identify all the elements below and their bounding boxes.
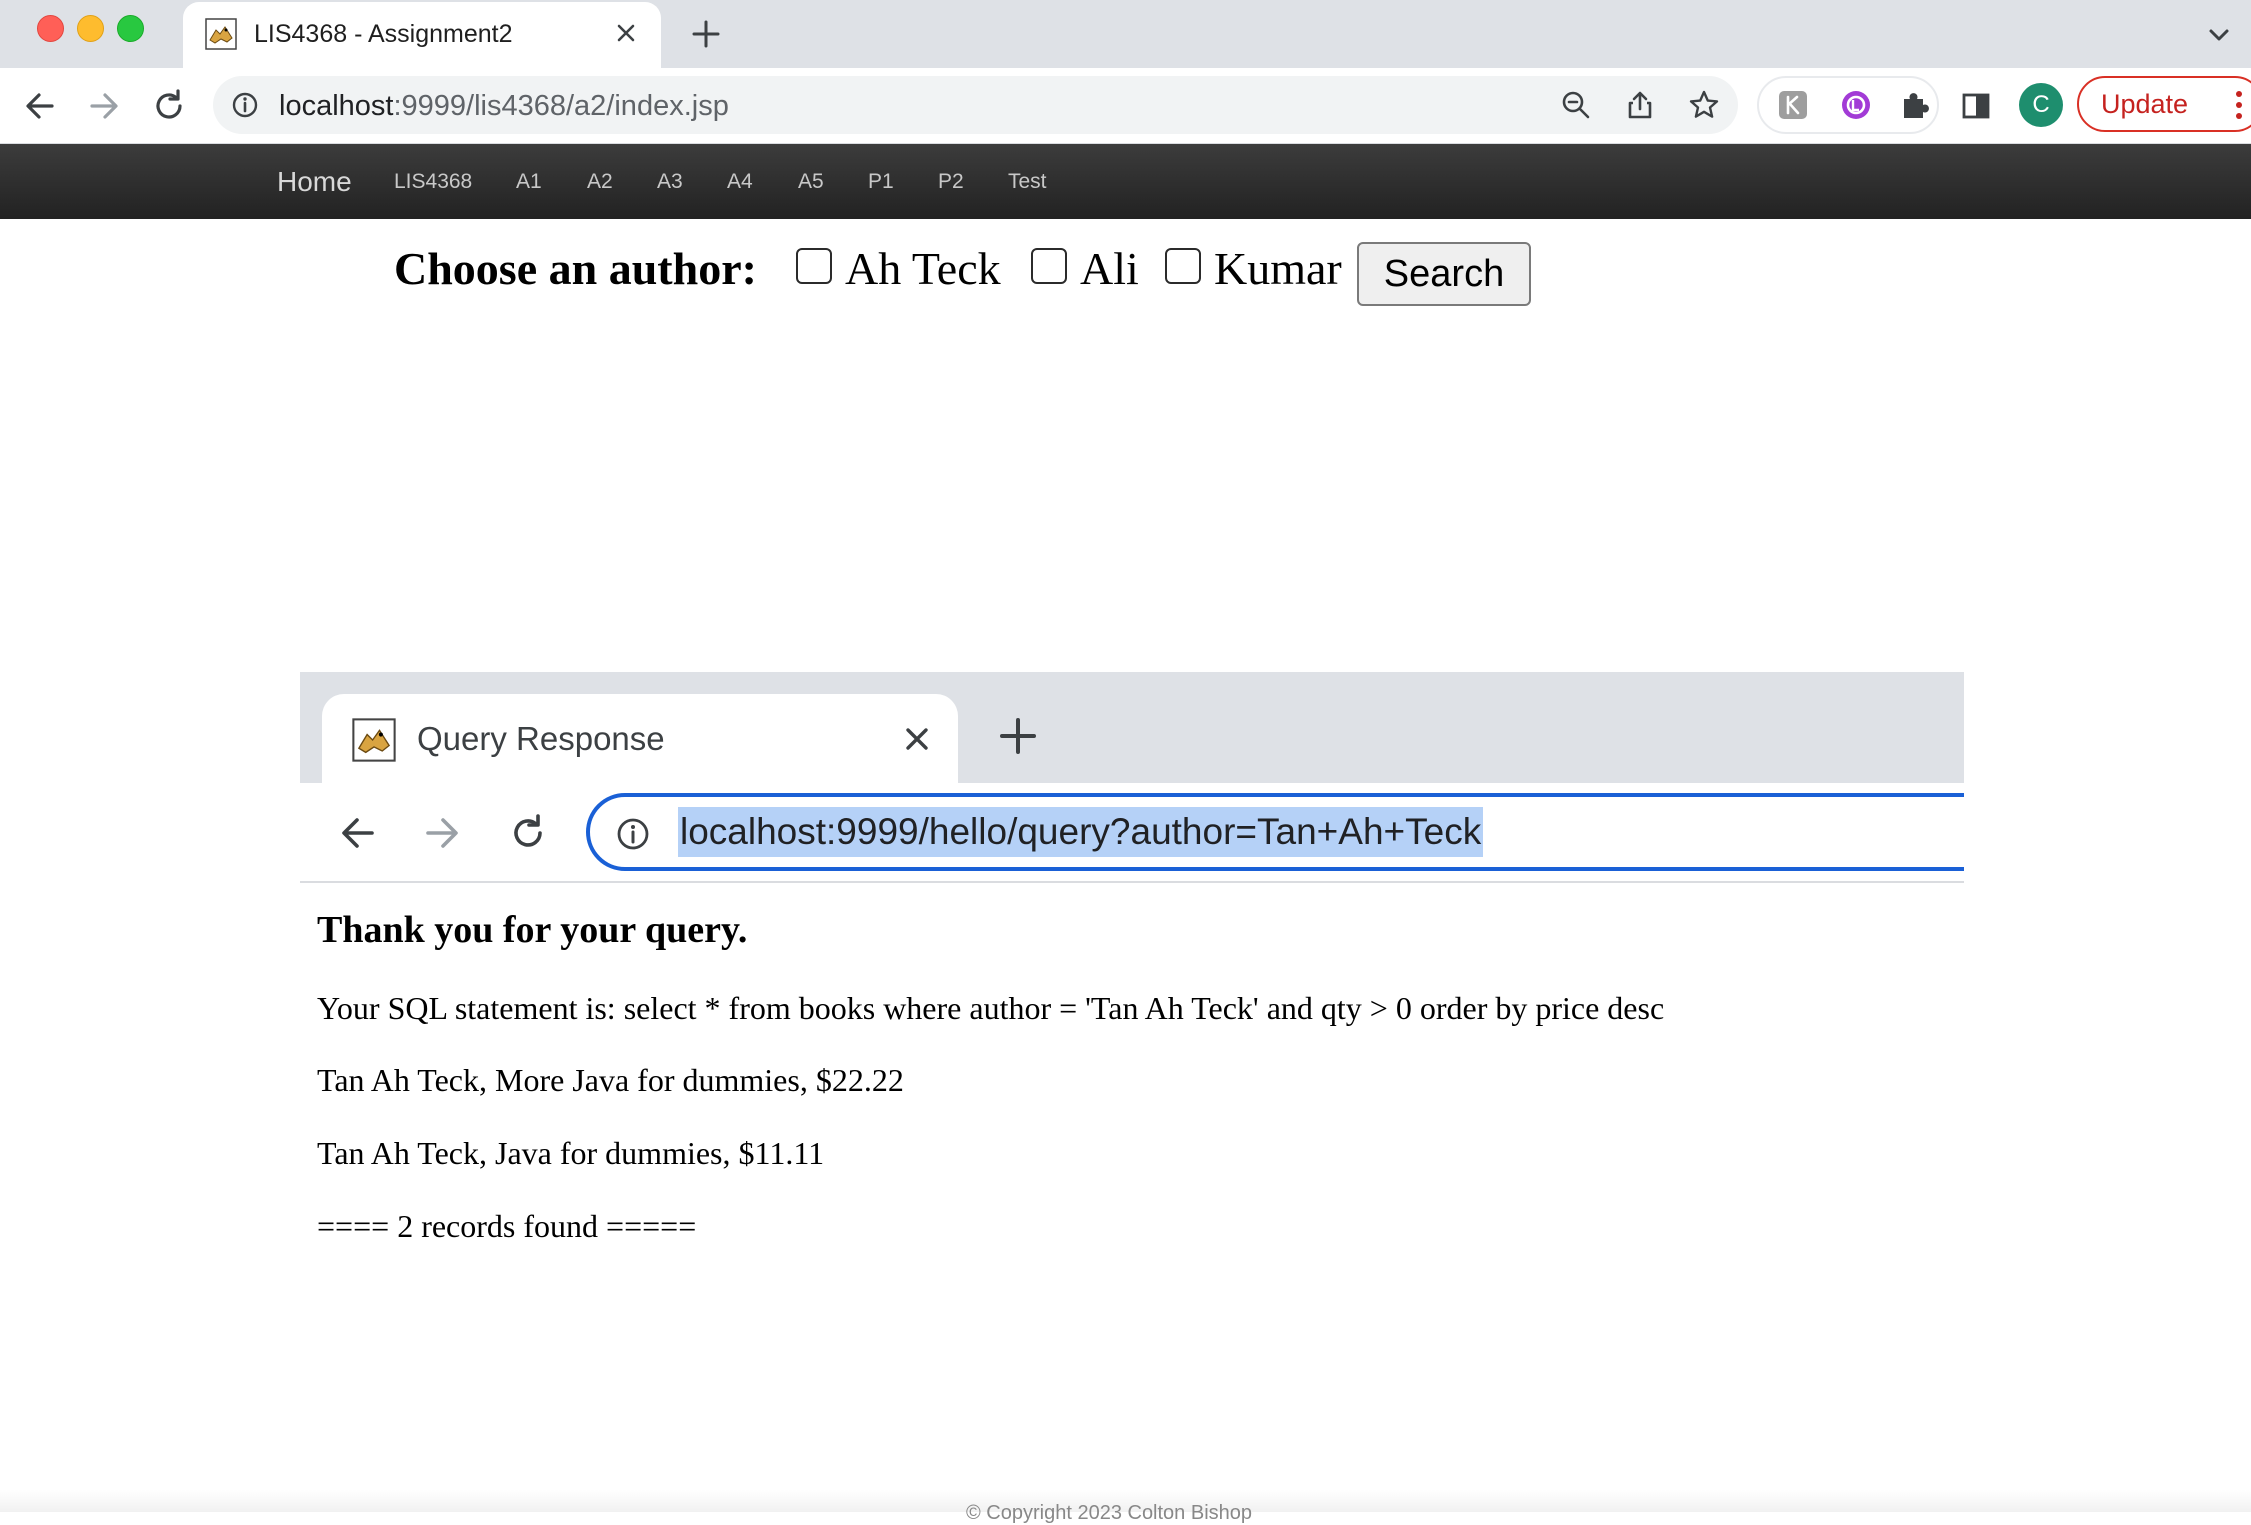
nav-link-a3[interactable]: A3 xyxy=(657,144,683,219)
close-tab-icon[interactable] xyxy=(611,18,641,48)
puzzle-piece-icon[interactable] xyxy=(1898,89,1930,121)
nav-link-a5[interactable]: A5 xyxy=(798,144,824,219)
reload-icon xyxy=(514,814,542,847)
update-label: Update xyxy=(2101,89,2189,119)
checkbox-label-ah-teck: Ah Teck xyxy=(845,243,1001,294)
nav-link-lis4368[interactable]: LIS4368 xyxy=(394,144,472,219)
minimize-window-button[interactable] xyxy=(77,15,104,42)
nav-link-a1[interactable]: A1 xyxy=(516,144,542,219)
update-button[interactable]: Update xyxy=(2077,76,2251,132)
nav-link-a2[interactable]: A2 xyxy=(587,144,613,219)
browser-tab-active[interactable]: LIS4368 - Assignment2 xyxy=(183,2,661,68)
checkbox-ali[interactable] xyxy=(1031,248,1067,284)
zoom-out-icon[interactable] xyxy=(1560,89,1592,121)
close-window-button[interactable] xyxy=(37,15,64,42)
more-menu-icon[interactable] xyxy=(2235,90,2243,120)
query-response-screenshot: Query Response localhost:9999/hello/quer… xyxy=(300,672,1964,1512)
form-label: Choose an author: xyxy=(394,243,757,294)
response-heading: Thank you for your query. xyxy=(317,909,748,951)
tomcat-favicon-icon xyxy=(205,18,237,50)
reload-icon[interactable] xyxy=(149,86,189,126)
result-row: Tan Ah Teck, Java for dummies, $11.11 xyxy=(317,1135,825,1171)
extension-gray-icon[interactable] xyxy=(1777,89,1809,121)
browser-toolbar: localhost:9999/lis4368/a2/index.jsp C Up… xyxy=(0,68,2251,144)
address-bar[interactable]: localhost:9999/lis4368/a2/index.jsp xyxy=(213,76,1738,134)
extension-purple-icon[interactable] xyxy=(1840,89,1872,121)
embedded-address-url: localhost:9999/hello/query?author=Tan+Ah… xyxy=(678,807,1484,857)
extensions-group xyxy=(1757,76,1939,134)
new-tab-icon xyxy=(1000,718,1036,754)
page-footer: © Copyright 2023 Colton Bishop xyxy=(0,1490,2251,1524)
forward-arrow-icon xyxy=(426,818,458,848)
new-tab-icon[interactable] xyxy=(688,16,724,52)
profile-avatar[interactable]: C xyxy=(2019,83,2063,127)
site-info-icon[interactable] xyxy=(231,91,259,119)
embedded-tab-title: Query Response xyxy=(417,720,665,757)
footer-copyright: © Copyright 2023 Colton Bishop xyxy=(966,1502,1253,1524)
nav-link-test[interactable]: Test xyxy=(1008,144,1047,219)
embedded-address-bar: localhost:9999/hello/query?author=Tan+Ah… xyxy=(586,793,1964,871)
checkbox-ah-teck[interactable] xyxy=(796,248,832,284)
site-info-icon xyxy=(617,818,649,850)
checkbox-label-kumar: Kumar xyxy=(1214,243,1342,294)
close-tab-icon xyxy=(906,728,928,750)
forward-arrow-icon[interactable] xyxy=(84,86,124,126)
nav-home-link[interactable]: Home xyxy=(277,144,352,219)
chevron-down-icon[interactable] xyxy=(2204,20,2234,50)
bookmark-star-icon[interactable] xyxy=(1688,89,1720,121)
side-panel-icon[interactable] xyxy=(1960,90,1992,122)
result-row: Tan Ah Teck, More Java for dummies, $22.… xyxy=(317,1062,904,1098)
back-arrow-icon xyxy=(342,818,374,848)
nav-link-p2[interactable]: P2 xyxy=(938,144,964,219)
sql-statement: Your SQL statement is: select * from boo… xyxy=(317,990,1665,1026)
tomcat-favicon-icon xyxy=(352,718,396,762)
address-url[interactable]: localhost:9999/lis4368/a2/index.jsp xyxy=(279,90,729,123)
maximize-window-button[interactable] xyxy=(117,15,144,42)
nav-link-a4[interactable]: A4 xyxy=(727,144,753,219)
embedded-tab-strip: Query Response xyxy=(300,672,1964,783)
nav-link-p1[interactable]: P1 xyxy=(868,144,894,219)
embedded-toolbar: localhost:9999/hello/query?author=Tan+Ah… xyxy=(300,783,1964,883)
records-summary: ==== 2 records found ===== xyxy=(317,1208,697,1244)
back-arrow-icon[interactable] xyxy=(20,86,60,126)
search-button[interactable]: Search xyxy=(1357,242,1531,306)
share-icon[interactable] xyxy=(1624,89,1656,121)
tab-title: LIS4368 - Assignment2 xyxy=(254,20,513,48)
checkbox-label-ali: Ali xyxy=(1080,243,1139,294)
browser-tab-strip: LIS4368 - Assignment2 xyxy=(0,0,2251,68)
embedded-tab: Query Response xyxy=(322,694,958,783)
checkbox-kumar[interactable] xyxy=(1165,248,1201,284)
site-navbar: Home LIS4368 A1 A2 A3 A4 A5 P1 P2 Test xyxy=(0,144,2251,219)
